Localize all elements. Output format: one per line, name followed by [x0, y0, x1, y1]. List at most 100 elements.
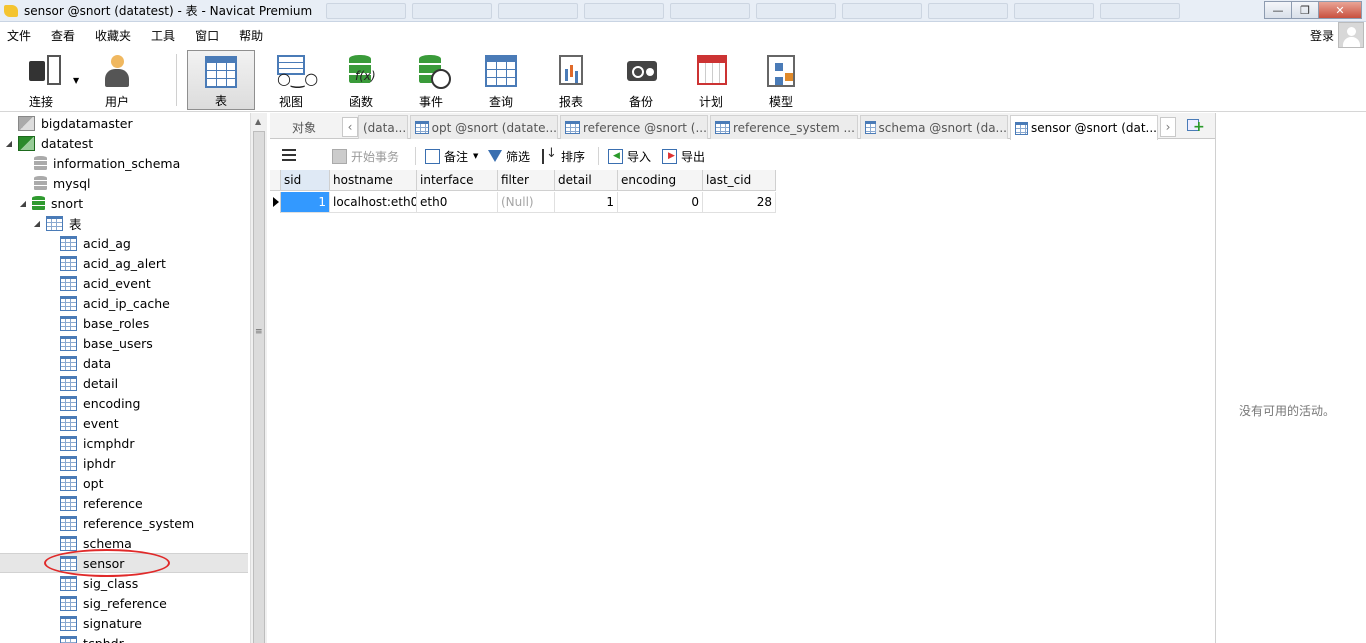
tree-table[interactable]: opt — [46, 473, 103, 493]
tab-item-active[interactable]: sensor @snort (dat... — [1010, 115, 1158, 140]
menu-favorites[interactable]: 收藏夹 — [88, 27, 138, 44]
sort-button[interactable]: 排序 — [542, 145, 585, 167]
column-header-filter[interactable]: filter — [498, 170, 555, 191]
column-header-hostname[interactable]: hostname — [330, 170, 417, 191]
column-header-sid[interactable]: sid — [281, 170, 330, 191]
menu-tools[interactable]: 工具 — [144, 27, 182, 44]
table-icon — [60, 415, 77, 431]
connection-open-icon — [18, 135, 35, 151]
close-button[interactable]: ✕ — [1318, 1, 1362, 19]
function-button[interactable]: 函数 — [328, 50, 394, 110]
tree-table[interactable]: base_roles — [46, 313, 149, 333]
tree-table[interactable]: encoding — [46, 393, 140, 413]
expand-arrow-icon[interactable]: ◢ — [18, 199, 28, 208]
tree-table[interactable]: acid_ag — [46, 233, 131, 253]
menu-file[interactable]: 文件 — [0, 27, 38, 44]
cell-last-cid[interactable]: 28 — [703, 192, 776, 213]
import-button[interactable]: 导入 — [608, 145, 651, 167]
tree-db-information-schema[interactable]: information_schema — [20, 153, 180, 173]
chevron-down-icon[interactable]: ▼ — [73, 76, 79, 85]
expand-arrow-icon[interactable]: ◢ — [4, 139, 14, 148]
tab-item[interactable]: opt @snort (datate... — [410, 115, 558, 139]
scrollbar-thumb[interactable] — [253, 131, 265, 643]
tree-label: encoding — [83, 395, 141, 411]
tab-item[interactable]: reference @snort (... — [560, 115, 708, 139]
connect-button[interactable]: 连接 — [8, 50, 74, 110]
tree-table[interactable]: sig_reference — [46, 593, 167, 613]
export-button[interactable]: 导出 — [662, 145, 705, 167]
query-button[interactable]: 查询 — [468, 50, 534, 110]
view-button[interactable]: 视图 — [258, 50, 324, 110]
window-title: sensor @snort (datatest) - 表 - Navicat P… — [24, 4, 313, 18]
event-button[interactable]: 事件 — [398, 50, 464, 110]
begin-transaction-button[interactable]: 开始事务 — [332, 145, 399, 167]
menu-view[interactable]: 查看 — [44, 27, 82, 44]
tree-connection-bigdatamaster[interactable]: bigdatamaster — [4, 113, 133, 133]
expand-arrow-icon[interactable]: ◢ — [32, 219, 42, 228]
tab-item[interactable]: reference_system ... — [710, 115, 858, 139]
maximize-button[interactable]: ❐ — [1291, 1, 1319, 19]
tree-table[interactable]: signature — [46, 613, 142, 633]
model-button[interactable]: 模型 — [748, 50, 814, 110]
tree-table[interactable]: acid_event — [46, 273, 151, 293]
tab-item[interactable]: schema @snort (da... — [860, 115, 1008, 139]
database-icon — [32, 195, 45, 211]
note-button[interactable]: 备注 ▼ — [425, 145, 478, 167]
tree-db-snort[interactable]: ◢ snort — [18, 193, 83, 213]
cell-interface[interactable]: eth0 — [417, 192, 498, 213]
cell-encoding[interactable]: 0 — [618, 192, 703, 213]
export-label: 导出 — [681, 149, 706, 164]
user-button[interactable]: 用户 — [84, 50, 150, 110]
column-header-interface[interactable]: interface — [417, 170, 498, 191]
tree-label: 表 — [69, 216, 82, 232]
tab-scroll-left-icon[interactable]: ‹ — [342, 117, 358, 137]
tab-objects[interactable]: 对象 — [270, 115, 338, 139]
new-tab-icon[interactable] — [1185, 117, 1205, 135]
schedule-button[interactable]: 计划 — [678, 50, 744, 110]
cell-sid[interactable]: 1 — [281, 192, 330, 213]
backup-button[interactable]: 备份 — [608, 50, 674, 110]
menu-icon[interactable] — [282, 149, 296, 161]
column-header-last-cid[interactable]: last_cid — [703, 170, 776, 191]
tree-db-mysql[interactable]: mysql — [20, 173, 91, 193]
tree-scrollbar[interactable]: ▲ ≡ — [250, 113, 267, 643]
minimize-button[interactable]: — — [1264, 1, 1292, 19]
filter-button[interactable]: 筛选 — [488, 145, 530, 167]
tree-table[interactable]: data — [46, 353, 111, 373]
tree-folder-tables[interactable]: ◢ 表 — [32, 213, 82, 233]
tree-table[interactable]: event — [46, 413, 119, 433]
tree-table[interactable]: reference_system — [46, 513, 194, 533]
tree-table[interactable]: reference — [46, 493, 143, 513]
tree-table[interactable]: acid_ip_cache — [46, 293, 170, 313]
tab-item[interactable]: (data... — [358, 115, 408, 139]
menu-bar: 文件 查看 收藏夹 工具 窗口 帮助 — [0, 24, 1366, 46]
cell-filter[interactable]: (Null) — [498, 192, 555, 213]
tab-scroll-right-icon[interactable]: › — [1160, 117, 1176, 137]
login-link[interactable]: 登录 — [1310, 27, 1334, 44]
cell-hostname[interactable]: localhost:eth0 — [330, 192, 417, 213]
tab-label: (data... — [363, 120, 407, 135]
tree-table[interactable]: acid_ag_alert — [46, 253, 166, 273]
menu-help[interactable]: 帮助 — [232, 27, 270, 44]
table-icon — [60, 475, 77, 491]
tree-table[interactable]: detail — [46, 373, 118, 393]
column-header-encoding[interactable]: encoding — [618, 170, 703, 191]
tree-connection-datatest[interactable]: ◢ datatest — [4, 133, 93, 153]
tree-label: sig_class — [83, 575, 139, 591]
avatar[interactable] — [1338, 22, 1364, 48]
tree-table[interactable]: tcphdr — [46, 633, 124, 643]
report-button[interactable]: 报表 — [538, 50, 604, 110]
table-row[interactable]: 1 localhost:eth0 eth0 (Null) 1 0 28 — [270, 192, 776, 213]
tree-table[interactable]: base_users — [46, 333, 153, 353]
query-icon — [483, 53, 519, 88]
table-button[interactable]: 表 — [187, 50, 255, 110]
function-label: 函数 — [348, 95, 373, 109]
tree-table[interactable]: icmphdr — [46, 433, 134, 453]
table-icon — [60, 295, 77, 311]
column-header-detail[interactable]: detail — [555, 170, 618, 191]
info-panel-divider[interactable] — [1215, 113, 1216, 643]
cell-detail[interactable]: 1 — [555, 192, 618, 213]
scroll-up-icon[interactable]: ▲ — [255, 117, 261, 126]
menu-window[interactable]: 窗口 — [188, 27, 226, 44]
tree-table[interactable]: iphdr — [46, 453, 115, 473]
